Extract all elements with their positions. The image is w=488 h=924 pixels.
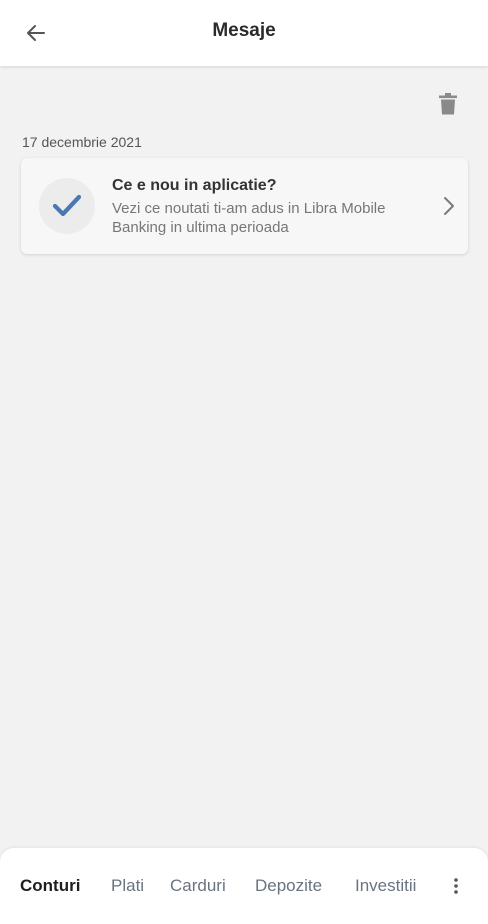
trash-icon xyxy=(439,93,457,115)
message-card[interactable]: Ce e nou in aplicatie? Vezi ce noutati t… xyxy=(21,158,468,254)
chevron-right-icon xyxy=(440,194,458,218)
nav-item-conturi[interactable]: Conturi xyxy=(20,876,80,896)
nav-item-carduri[interactable]: Carduri xyxy=(170,876,226,896)
bottom-navigation: Conturi Plati Carduri Depozite Investiti… xyxy=(0,848,488,924)
nav-item-plati[interactable]: Plati xyxy=(111,876,144,896)
nav-item-depozite[interactable]: Depozite xyxy=(255,876,322,896)
message-date: 17 decembrie 2021 xyxy=(22,134,142,150)
delete-button[interactable] xyxy=(434,90,462,118)
nav-item-investitii[interactable]: Investitii xyxy=(355,876,416,896)
page-title: Mesaje xyxy=(212,20,276,41)
more-vertical-icon xyxy=(454,878,458,894)
message-avatar xyxy=(39,178,95,234)
messages-screen: Mesaje 17 decembrie 2021 Ce e nou in apl… xyxy=(0,0,488,924)
checkmark-icon xyxy=(52,194,82,217)
message-title: Ce e nou in aplicatie? xyxy=(112,177,277,194)
app-header: Mesaje xyxy=(0,0,488,66)
message-preview: Vezi ce noutati ti-am adus in Libra Mobi… xyxy=(112,200,386,236)
more-menu-button[interactable] xyxy=(444,874,468,898)
